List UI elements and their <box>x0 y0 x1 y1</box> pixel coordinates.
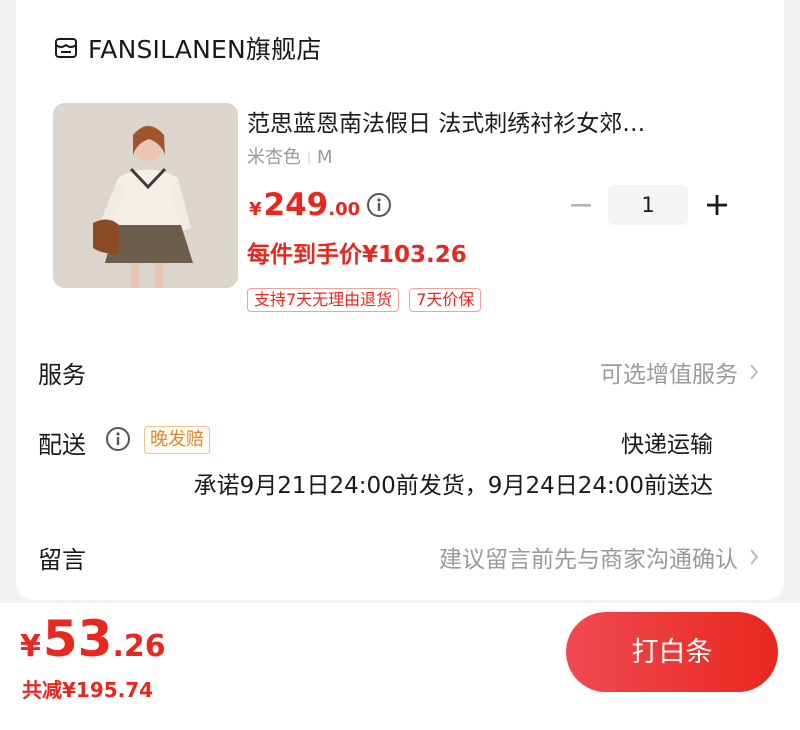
message-input[interactable]: 建议留言前先与商家沟通确认 <box>439 540 760 574</box>
quantity-decrease-button[interactable] <box>566 185 596 225</box>
shipping-promise: 承诺9月21日24:00前发货，9月24日24:00前送达 <box>193 473 713 499</box>
chevron-right-icon <box>750 549 759 565</box>
delivery-label: 配送 <box>38 431 86 459</box>
total-symbol: ¥ <box>20 629 41 664</box>
late-delivery-compensation-badge: 晚发赔 <box>144 426 210 454</box>
spec-divider: | <box>307 150 312 164</box>
product-title[interactable]: 范思蓝恩南法假日 法式刺绣衬衫女郊… <box>247 104 727 138</box>
shipping-method: 快递运输 <box>621 432 713 458</box>
total-price: ¥ 53 .26 <box>20 612 166 666</box>
pay-button[interactable]: 打白条 <box>566 612 778 692</box>
service-label: 服务 <box>38 361 86 389</box>
shop-icon <box>55 38 77 58</box>
product-spec[interactable]: 米杏色 | M <box>247 143 333 169</box>
quantity-input[interactable]: 1 <box>608 185 688 225</box>
tag-return-policy: 支持7天无理由退货 <box>247 288 400 312</box>
total-integer: 53 <box>42 610 113 668</box>
shop-name: FANSILANEN旗舰店 <box>88 35 322 64</box>
product-image[interactable] <box>53 103 238 288</box>
price-decimal: .00 <box>328 199 361 220</box>
chevron-right-icon <box>750 364 759 380</box>
price-integer: 249 <box>263 187 329 223</box>
shop-header[interactable]: FANSILANEN旗舰店 <box>54 30 322 66</box>
total-decimal: .26 <box>112 629 166 664</box>
model-photo <box>53 103 238 288</box>
spec-color: 米杏色 <box>247 147 301 168</box>
price-info-icon[interactable] <box>366 192 392 218</box>
service-value: 可选增值服务 <box>600 362 738 388</box>
per-item-final-price: 每件到手价¥103.26 <box>247 242 467 268</box>
message-placeholder: 建议留言前先与商家沟通确认 <box>439 547 738 573</box>
spec-size: M <box>317 147 333 168</box>
quantity-increase-button[interactable] <box>702 185 732 225</box>
service-selector[interactable]: 可选增值服务 <box>600 355 760 389</box>
price-symbol: ¥ <box>249 199 262 220</box>
service-tags: 支持7天无理由退货 7天价保 <box>247 288 482 312</box>
product-price: ¥ 249 .00 <box>249 187 360 223</box>
tag-price-protection: 7天价保 <box>409 288 482 312</box>
delivery-info-icon[interactable] <box>105 426 131 452</box>
total-discount[interactable]: 共减¥195.74 <box>22 674 153 703</box>
message-label: 留言 <box>38 546 86 574</box>
